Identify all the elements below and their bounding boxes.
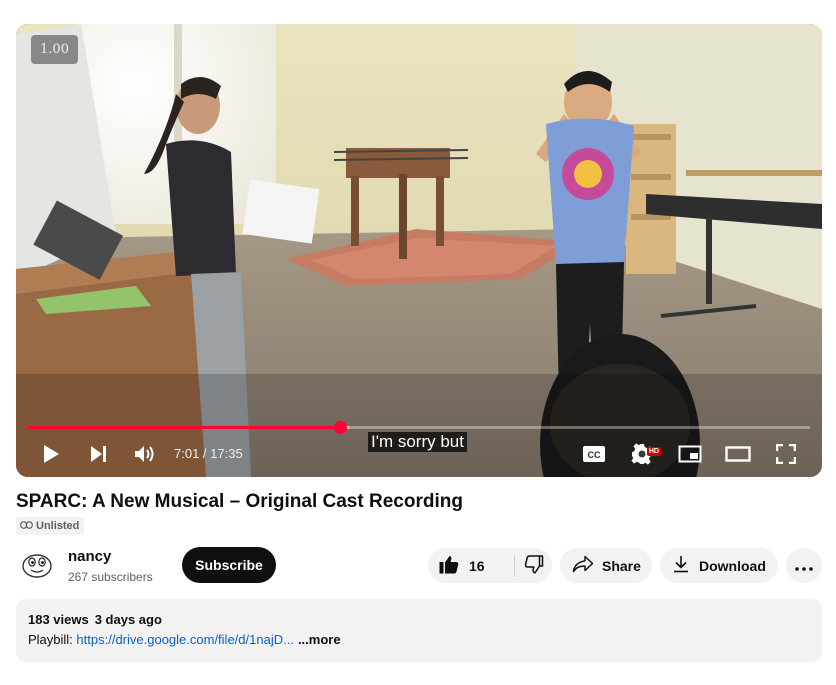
channel-name[interactable]: nancy	[68, 548, 111, 565]
playbill-link[interactable]: https://drive.google.com/file/d/1najD...	[76, 632, 294, 647]
video-frame	[16, 24, 822, 477]
svg-text:CC: CC	[588, 450, 601, 460]
share-arrow-icon	[572, 555, 594, 576]
captions-button[interactable]: CC	[581, 434, 607, 474]
time-display: 7:01 / 17:35	[174, 434, 243, 474]
like-dislike-group: 16	[428, 548, 552, 583]
next-button[interactable]	[86, 434, 112, 474]
settings-icon: HD	[631, 443, 661, 465]
unlisted-label: Unlisted	[36, 520, 80, 532]
subscriber-count: 267 subscribers	[68, 570, 153, 584]
like-button[interactable]: 16	[428, 548, 514, 583]
time-separator: /	[199, 446, 211, 461]
fullscreen-icon	[776, 444, 796, 464]
duration: 17:35	[210, 446, 243, 461]
share-label: Share	[602, 557, 641, 574]
download-label: Download	[699, 557, 766, 574]
theater-mode-icon	[725, 446, 751, 462]
download-button[interactable]: Download	[660, 548, 778, 583]
video-title: SPARC: A New Musical – Original Cast Rec…	[16, 491, 463, 512]
thumbs-down-icon	[524, 554, 544, 577]
next-icon	[90, 445, 108, 463]
theater-mode-button[interactable]	[724, 434, 752, 474]
progress-played	[28, 426, 341, 429]
current-time: 7:01	[174, 446, 200, 461]
description-box[interactable]: 183 views 3 days ago Playbill: https://dr…	[16, 599, 822, 662]
settings-button[interactable]: HD	[629, 434, 661, 474]
progress-bar[interactable]	[28, 421, 810, 434]
description-prefix: Playbill:	[28, 632, 77, 647]
captions-icon: CC	[582, 445, 606, 463]
show-more-button[interactable]: ...more	[298, 632, 341, 647]
video-player[interactable]: 1.00 I'm sorry but 7:01 / 17:35 CC HD	[16, 24, 822, 477]
dislike-button[interactable]	[515, 548, 552, 583]
view-count: 183 views	[28, 612, 89, 627]
channel-avatar[interactable]	[18, 545, 56, 583]
more-horizontal-icon	[795, 558, 813, 574]
miniplayer-icon	[678, 445, 702, 463]
player-controls: 7:01 / 17:35 CC HD	[16, 434, 822, 474]
share-button[interactable]: Share	[560, 548, 652, 583]
description-meta: 183 views 3 days ago	[28, 612, 162, 627]
like-count: 16	[469, 557, 485, 574]
volume-icon	[134, 444, 156, 464]
play-icon	[42, 444, 60, 464]
link-icon	[20, 520, 33, 532]
miniplayer-button[interactable]	[677, 434, 703, 474]
hd-badge: HD	[646, 447, 661, 456]
thumbs-up-icon	[439, 555, 459, 577]
playback-speed-badge: 1.00	[31, 35, 78, 64]
progress-scrubber-handle[interactable]	[334, 421, 348, 434]
more-actions-button[interactable]	[786, 548, 822, 583]
fullscreen-button[interactable]	[773, 434, 799, 474]
subscribe-button[interactable]: Subscribe	[182, 547, 276, 583]
play-button[interactable]	[38, 434, 64, 474]
download-icon	[673, 555, 689, 576]
unlisted-badge: Unlisted	[16, 517, 85, 535]
upload-age: 3 days ago	[94, 612, 162, 627]
description-text: Playbill: https://drive.google.com/file/…	[28, 632, 341, 647]
volume-button[interactable]	[132, 434, 158, 474]
